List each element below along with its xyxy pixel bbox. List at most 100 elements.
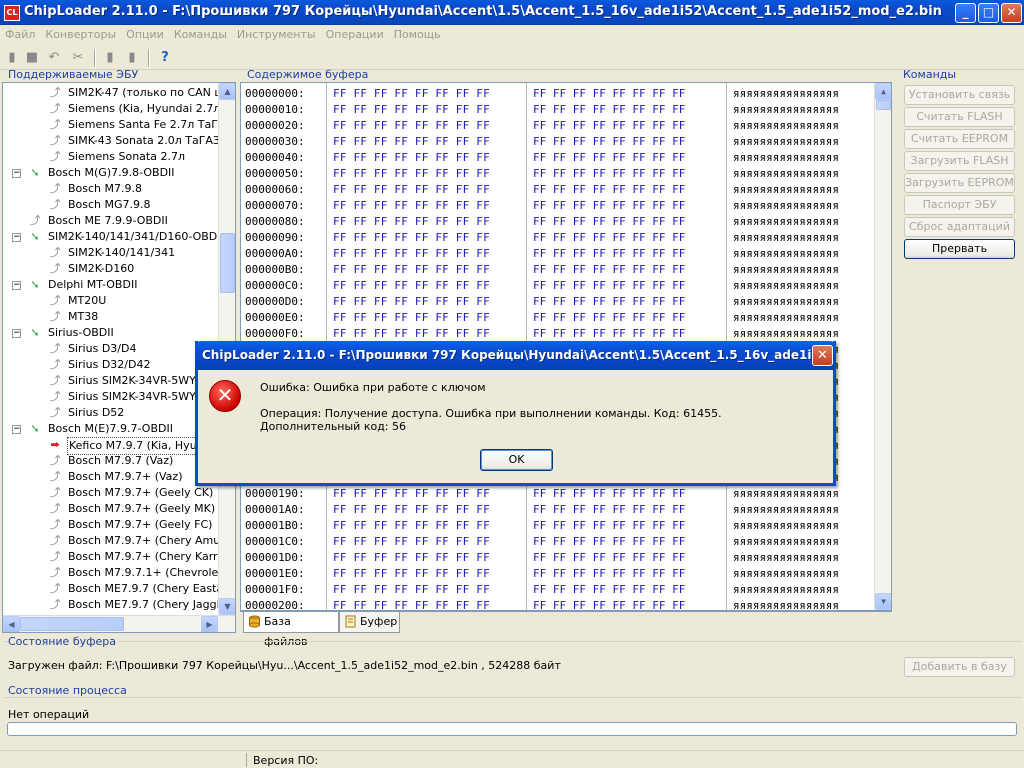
tree-item[interactable]: ⤴ Siemens Santa Fe 2.7л ТаГАЗ (3, 117, 233, 133)
tree-item[interactable]: ⤴ Sirius SIM2K-34VR-5WY58 (3, 373, 219, 389)
hex-row[interactable]: 00000020: FF FF FF FF FF FF FF FF FF FF FF… (241, 118, 873, 134)
tree-item[interactable]: ⤴ Bosch M7.9.7+ (Vaz) (3, 469, 219, 485)
tab-buffer[interactable]: Буфер (339, 612, 400, 633)
tree-group-item[interactable]: − ➘ SIM2K-140/141/341/D160-OBDII (3, 229, 224, 245)
maximize-button[interactable]: □ (978, 3, 999, 23)
hex-row[interactable]: 000000B0: FF FF FF FF FF FF FF FF FF FF FF… (241, 262, 873, 278)
tree-group-item[interactable]: − ➘ Delphi MT-OBDII (3, 277, 219, 293)
hex-row[interactable]: 00000010: FF FF FF FF FF FF FF FF FF FF FF… (241, 102, 873, 118)
hex-row[interactable]: 000000E0: FF FF FF FF FF FF FF FF FF FF FF… (241, 310, 873, 326)
tree-item[interactable]: ⤴ Sirius D3/D4 (3, 341, 219, 357)
hex-row[interactable]: 00000030: FF FF FF FF FF FF FF FF FF FF FF… (241, 134, 873, 150)
tree-item[interactable]: ⤴ Bosch MG7.9.8 (3, 197, 219, 213)
tree-item[interactable]: ⤴ SIM2K-47 (только по CAN шин (3, 85, 236, 101)
tree-item[interactable]: ⤴ Sirius D32/D42 (3, 357, 219, 373)
tree-item[interactable]: ⤴ Bosch M7.9.8 (3, 181, 219, 197)
tree-group-item[interactable]: − ➘ Bosch M(E)7.9.7-OBDII (3, 421, 219, 437)
save-icon[interactable]: ■ (24, 50, 40, 66)
paste-icon[interactable]: ▮ (124, 50, 140, 66)
tree-item[interactable]: ⤴ Siemens Sonata 2.7л (3, 149, 219, 165)
tree-item[interactable]: ⤴ Bosch M7.9.7+ (Geely MK) (3, 501, 219, 517)
menu-tools[interactable]: Инструменты (232, 25, 321, 44)
tree-hscrollbar[interactable]: ◀ ▶ (3, 615, 235, 632)
tree-item[interactable]: ⤴ Bosch M7.9.7 (Vaz) (3, 453, 219, 469)
hex-row[interactable]: 00000060: FF FF FF FF FF FF FF FF FF FF FF… (241, 182, 873, 198)
minimize-button[interactable]: _ (955, 3, 976, 23)
menu-help[interactable]: Помощь (389, 25, 446, 44)
hex-row[interactable]: 000001F0: FF FF FF FF FF FF FF FF FF FF FF… (241, 582, 873, 598)
menu-operations[interactable]: Операции (321, 25, 389, 44)
collapse-toggle[interactable]: − (12, 169, 21, 178)
tree-item[interactable]: ⤴ SIM2K-D160 (3, 261, 219, 277)
scroll-thumb[interactable] (20, 617, 124, 631)
dialog-title-bar[interactable]: ChipLoader 2.11.0 - F:\Прошивки 797 Коре… (195, 341, 836, 370)
command-button-8[interactable]: Прервать (904, 239, 1015, 259)
hex-row[interactable]: 000001B0: FF FF FF FF FF FF FF FF FF FF FF… (241, 518, 873, 534)
tree-item[interactable]: ⤴ SIMK-43 Sonata 2.0л ТаГАЗ (3, 133, 220, 149)
command-button-3[interactable]: Считать EEPROM (904, 129, 1015, 149)
copy-icon[interactable]: ▮ (102, 50, 118, 66)
hex-row[interactable]: 000000F0: FF FF FF FF FF FF FF FF FF FF FF… (241, 326, 873, 342)
tools-icon[interactable]: ✂ (70, 50, 86, 66)
menu-options[interactable]: Опции (121, 25, 169, 44)
command-button-1[interactable]: Установить связь (904, 85, 1015, 105)
menu-commands[interactable]: Команды (169, 25, 232, 44)
hex-row[interactable]: 00000040: FF FF FF FF FF FF FF FF FF FF FF… (241, 150, 873, 166)
tree-item[interactable]: ⤴ MT20U (3, 293, 219, 309)
open-icon[interactable]: ▮ (4, 50, 20, 66)
scroll-down-button[interactable]: ▼ (875, 593, 891, 610)
hex-row[interactable]: 00000080: FF FF FF FF FF FF FF FF FF FF FF… (241, 214, 873, 230)
collapse-toggle[interactable]: − (12, 281, 21, 290)
hex-row[interactable]: 000001A0: FF FF FF FF FF FF FF FF FF FF FF… (241, 502, 873, 518)
tree-item[interactable]: ⤴ MT38 (3, 309, 219, 325)
hex-row[interactable]: 000001E0: FF FF FF FF FF FF FF FF FF FF FF… (241, 566, 873, 582)
dialog-close-button[interactable]: ✕ (812, 345, 833, 366)
tree-group-item[interactable]: − ➘ Bosch M(G)7.9.8-OBDII (3, 165, 219, 181)
tree-item[interactable]: ⤴ SIM2K-140/141/341 (3, 245, 219, 261)
command-button-6[interactable]: Паспорт ЭБУ (904, 195, 1015, 215)
undo-icon[interactable]: ↶ (46, 50, 62, 66)
tree-group-item[interactable]: − ➘ Sirius-OBDII (3, 325, 219, 341)
menu-converters[interactable]: Конверторы (40, 25, 121, 44)
tree-item[interactable]: ⤴ Sirius D52 (3, 405, 219, 421)
scroll-thumb[interactable] (220, 233, 235, 293)
tree-item[interactable]: ⤴ Bosch ME7.9.7 (Chery Eastar, E (3, 581, 236, 597)
tree-item[interactable]: ⤴ Bosch M7.9.7+ (Chery Amulet, E (3, 533, 236, 549)
command-button-4[interactable]: Загрузить FLASH (904, 151, 1015, 171)
tree-item[interactable]: ⤴ Bosch M7.9.7+ (Geely CK) (3, 485, 219, 501)
scroll-up-button[interactable]: ▲ (875, 83, 891, 100)
hex-row[interactable]: 000001D0: FF FF FF FF FF FF FF FF FF FF FF… (241, 550, 873, 566)
tree-item[interactable]: ⤴ Bosch M7.9.7.1+ (Chevrolet Av (3, 565, 236, 581)
close-button[interactable]: ✕ (1001, 3, 1022, 23)
hex-row[interactable]: 00000090: FF FF FF FF FF FF FF FF FF FF FF… (241, 230, 873, 246)
hex-row[interactable]: 00000050: FF FF FF FF FF FF FF FF FF FF FF… (241, 166, 873, 182)
help-icon[interactable]: ? (157, 50, 173, 66)
scroll-left-button[interactable]: ◀ (3, 616, 20, 632)
hex-row[interactable]: 000000C0: FF FF FF FF FF FF FF FF FF FF FF… (241, 278, 873, 294)
command-button-5[interactable]: Загрузить EEPROM (904, 173, 1015, 193)
hex-row[interactable]: 00000190: FF FF FF FF FF FF FF FF FF FF FF… (241, 486, 873, 502)
hex-row[interactable]: 00000200: FF FF FF FF FF FF FF FF FF FF FF… (241, 598, 873, 610)
hex-row[interactable]: 000000D0: FF FF FF FF FF FF FF FF FF FF FF… (241, 294, 873, 310)
collapse-toggle[interactable]: − (12, 425, 21, 434)
command-button-7[interactable]: Сброс адаптаций (904, 217, 1015, 237)
tab-file-database[interactable]: База файлов (243, 612, 339, 648)
hex-row[interactable]: 00000070: FF FF FF FF FF FF FF FF FF FF FF… (241, 198, 873, 214)
tree-item[interactable]: ➡ Kefico M7.9.7 (Kia, Hyunda (3, 437, 220, 455)
hex-scrollbar[interactable]: ▲ ▼ (874, 83, 891, 610)
tree-item[interactable]: ⤴ Bosch M7.9.7+ (Geely FC) (3, 517, 219, 533)
ok-button[interactable]: OK (480, 449, 553, 471)
hex-row[interactable]: 000001C0: FF FF FF FF FF FF FF FF FF FF FF… (241, 534, 873, 550)
scroll-up-button[interactable]: ▲ (219, 83, 235, 100)
command-button-2[interactable]: Считать FLASH (904, 107, 1015, 127)
tree-item[interactable]: ⤴ Bosch ME 7.9.9-OBDII (3, 213, 219, 229)
collapse-toggle[interactable]: − (12, 329, 21, 338)
hex-row[interactable]: 000000A0: FF FF FF FF FF FF FF FF FF FF FF… (241, 246, 873, 262)
scroll-down-button[interactable]: ▼ (219, 598, 235, 615)
menu-file[interactable]: Файл (0, 25, 40, 44)
add-to-database-button[interactable]: Добавить в базу (904, 657, 1015, 677)
hex-row[interactable]: 00000000: FF FF FF FF FF FF FF FF FF FF FF… (241, 86, 873, 102)
collapse-toggle[interactable]: − (12, 233, 21, 242)
tree-item[interactable]: ⤴ Bosch ME7.9.7 (Chery Jaggi/Ki (3, 597, 234, 613)
tree-item[interactable]: ⤴ Siemens (Kia, Hyundai 2.7л) (3, 101, 225, 117)
